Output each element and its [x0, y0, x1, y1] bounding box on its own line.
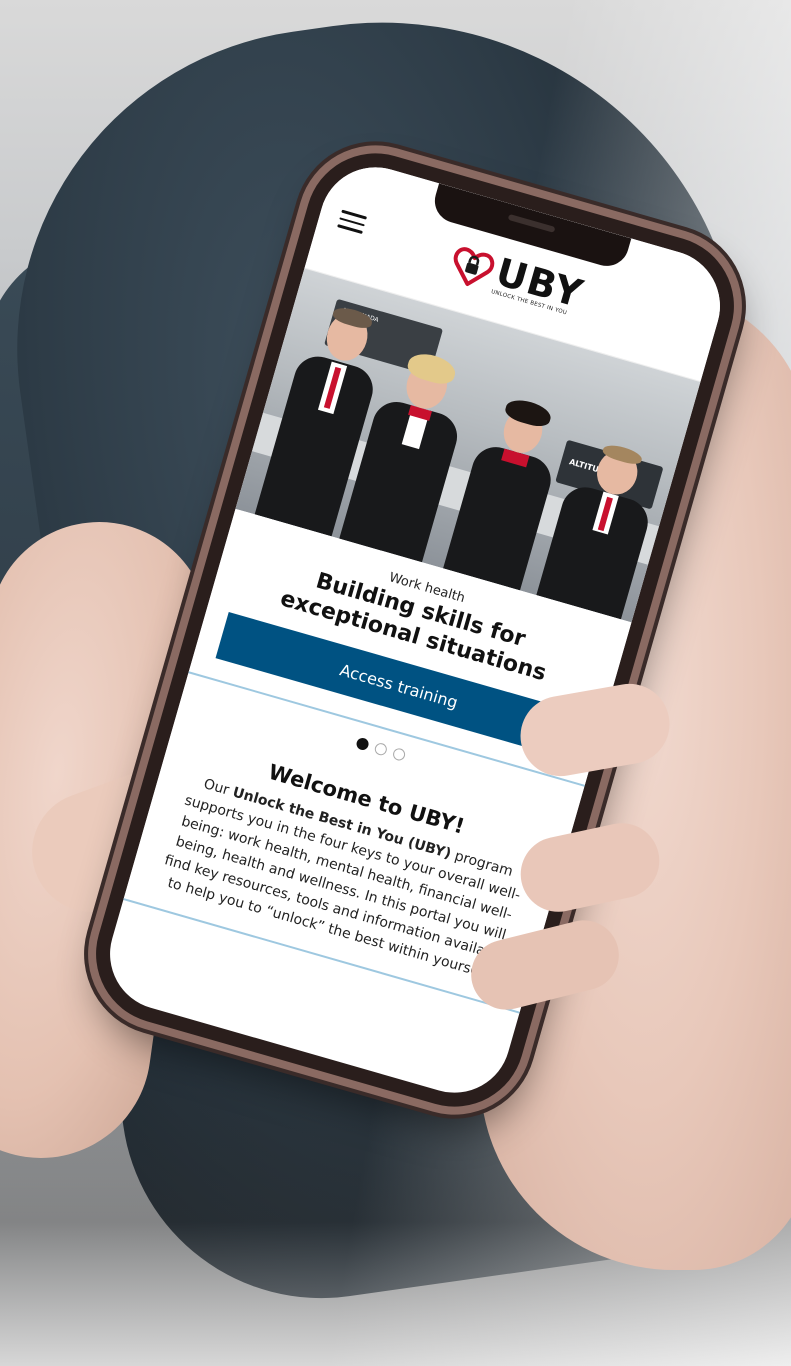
heart-lock-icon	[446, 243, 497, 293]
carousel-dot-3[interactable]	[391, 747, 407, 762]
menu-icon[interactable]	[337, 209, 368, 236]
speaker-grille	[507, 213, 556, 233]
body-prefix: Our	[201, 776, 236, 800]
carousel-dot-1[interactable]	[355, 736, 370, 752]
carousel-dot-2[interactable]	[373, 741, 389, 757]
